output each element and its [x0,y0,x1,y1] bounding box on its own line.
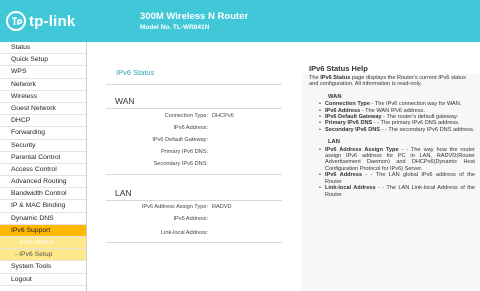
lan-heading: LAN [115,188,132,198]
sidebar-item-quick-setup[interactable]: Quick Setup [0,54,86,67]
list-item: Link-local Address - - The LAN Link-loca… [319,185,475,198]
logo: tp-link [6,10,75,32]
product-title: 300M Wireless N Router [140,11,249,22]
wan-connection-type-value: DHCPv6 [212,113,234,119]
wan-connection-type-label: Connection Type: [164,113,208,119]
lan-end-divider [106,242,282,243]
help-lan-heading: LAN [328,139,340,146]
sidebar-item-wireless[interactable]: Wireless [0,91,86,103]
sidebar-item-access-control[interactable]: Access Control [0,164,86,177]
wan-primary-dns-label: Primary IPv6 DNS: [161,149,208,155]
sidebar-item-guest-network[interactable]: Guest Network [0,103,86,116]
sidebar-item-advanced-routing[interactable]: Advanced Routing [0,176,86,189]
model-number: Model No. TL-WR841N [140,24,210,31]
lan-assign-type-label: IPv6 Address Assign Type: [141,204,208,210]
lan-assign-type-value: RADVD [212,204,232,210]
page-title: IPv6 Status [116,68,155,77]
help-title: IPv6 Status Help [309,64,368,73]
sidebar-item-forwarding[interactable]: Forwarding [0,127,86,140]
sidebar-item-logout[interactable]: Logout [0,274,86,286]
sidebar-item-parental-control[interactable]: Parental Control [0,152,86,164]
help-wan-list: Connection Type - The IPv6 connection wa… [319,101,475,133]
wan-end-divider [106,174,282,175]
sidebar-item-bandwidth-control[interactable]: Bandwidth Control [0,188,86,201]
top-header: tp-link 300M Wireless N Router Model No.… [0,0,480,42]
sidebar-item-wps[interactable]: WPS [0,66,86,79]
sidebar-item-dhcp[interactable]: DHCP [0,115,86,128]
sidebar-subitem-ipv6-status[interactable]: - IPv6 Status [0,237,86,250]
sidebar-subitem-ipv6-setup[interactable]: - IPv6 Setup [0,249,86,262]
main-content: IPv6 Status WAN Connection Type: DHCPv6 … [88,42,300,291]
sidebar-item-security[interactable]: Security [0,140,86,152]
wan-ipv6-address-label: IPv6 Address: [173,125,208,131]
help-body: The IPv6 Status page displays the Router… [309,75,475,198]
sidebar-menu: Status Quick Setup WPS Network Wireless … [0,42,87,291]
help-panel: IPv6 Status Help The IPv6 Status page di… [302,42,480,291]
lan-link-local-label: Link-local Address: [161,230,208,236]
wan-default-gateway-label: IPv6 Default Gateway: [152,137,208,143]
tp-link-logo-icon [6,11,26,31]
list-item: Secondary IPv6 DNS - - The secondary IPv… [319,127,475,134]
wan-heading: WAN [115,96,135,106]
lan-divider [106,200,282,201]
wan-divider [106,108,282,109]
sidebar-item-ip-mac-binding[interactable]: IP & MAC Binding [0,200,86,213]
sidebar-item-system-tools[interactable]: System Tools [0,261,86,274]
wan-secondary-dns-label: Secondary IPv6 DNS: [153,161,208,167]
title-divider [106,84,282,85]
sidebar-item-status[interactable]: Status [0,42,86,55]
lan-ipv6-address-label: IPv6 Address: [173,216,208,222]
sidebar-item-network[interactable]: Network [0,79,86,91]
brand-name: tp-link [29,12,76,30]
sidebar-item-dynamic-dns[interactable]: Dynamic DNS [0,213,86,225]
list-item: IPv6 Address - - The LAN global IPv6 add… [319,172,475,185]
sidebar-item-ipv6-support[interactable]: IPv6 Support [0,224,86,237]
help-intro: The IPv6 Status page displays the Router… [309,75,466,88]
help-lan-list: IPv6 Address Assign Type - - The way how… [319,147,475,198]
list-item: IPv6 Address Assign Type - - The way how… [319,147,475,173]
product-info: 300M Wireless N Router Model No. TL-WR84… [140,11,248,31]
help-wan-heading: WAN [328,93,342,100]
